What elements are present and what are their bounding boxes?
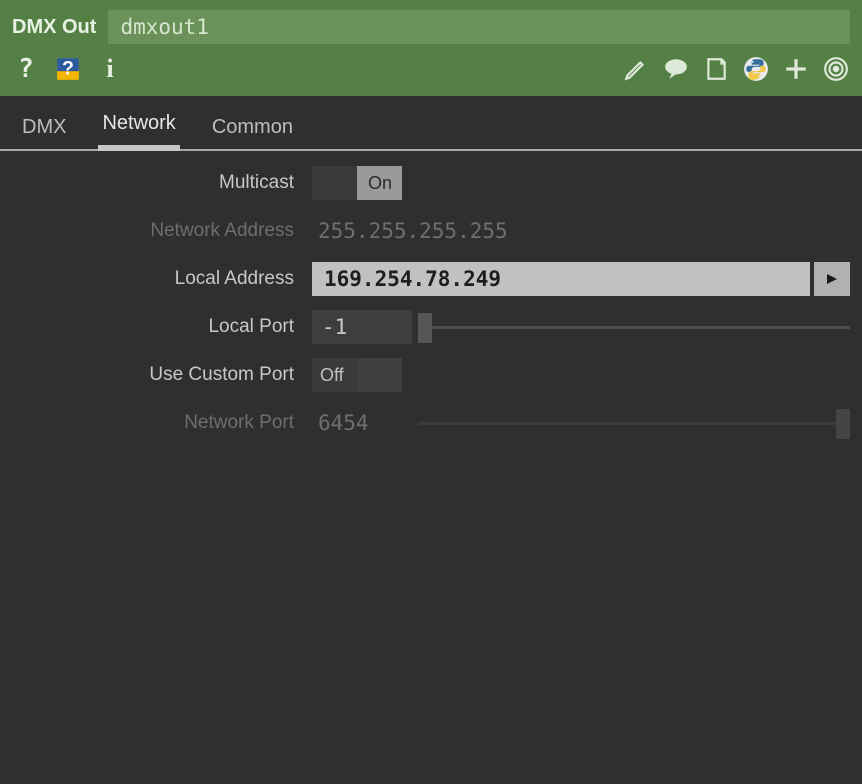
param-local-port: Local Port -1	[12, 309, 850, 345]
operator-name-input[interactable]	[108, 10, 850, 44]
network-address-value: 255.255.255.255	[312, 219, 508, 243]
tab-network[interactable]: Network	[98, 112, 179, 151]
context-help-icon[interactable]: ?	[54, 55, 82, 83]
param-label: Multicast	[12, 172, 312, 194]
info-icon[interactable]: i	[96, 55, 124, 83]
python-icon[interactable]	[742, 55, 770, 83]
param-label: Use Custom Port	[12, 364, 312, 386]
plus-icon[interactable]	[782, 55, 810, 83]
local-address-menu-button[interactable]	[814, 262, 850, 296]
tab-bar: DMX Network Common	[0, 96, 862, 151]
param-label: Network Address	[12, 220, 312, 242]
local-port-slider[interactable]	[418, 326, 850, 329]
param-local-address: Local Address	[12, 261, 850, 297]
param-multicast: Multicast On	[12, 165, 850, 201]
local-address-input[interactable]	[312, 262, 810, 296]
operator-type-label: DMX Out	[12, 16, 96, 39]
local-port-value[interactable]: -1	[312, 310, 412, 344]
network-port-value: 6454	[312, 411, 412, 435]
tab-common[interactable]: Common	[208, 116, 297, 149]
param-network-address: Network Address 255.255.255.255	[12, 213, 850, 249]
help-icon[interactable]: ?	[12, 55, 40, 83]
param-label: Network Port	[12, 412, 312, 434]
param-label: Local Port	[12, 316, 312, 338]
multicast-toggle[interactable]: On	[312, 166, 402, 200]
header-bar: DMX Out ? ? i	[0, 0, 862, 96]
param-use-custom-port: Use Custom Port Off	[12, 357, 850, 393]
param-network-port: Network Port 6454	[12, 405, 850, 441]
svg-text:?: ?	[62, 57, 74, 79]
parameters-panel: Multicast On Network Address 255.255.255…	[0, 151, 862, 453]
speech-icon[interactable]	[662, 55, 690, 83]
note-icon[interactable]	[702, 55, 730, 83]
pencil-icon[interactable]	[622, 55, 650, 83]
tab-dmx[interactable]: DMX	[18, 116, 70, 149]
network-port-slider	[418, 422, 850, 425]
target-icon[interactable]	[822, 55, 850, 83]
param-label: Local Address	[12, 268, 312, 290]
use-custom-port-toggle[interactable]: Off	[312, 358, 402, 392]
